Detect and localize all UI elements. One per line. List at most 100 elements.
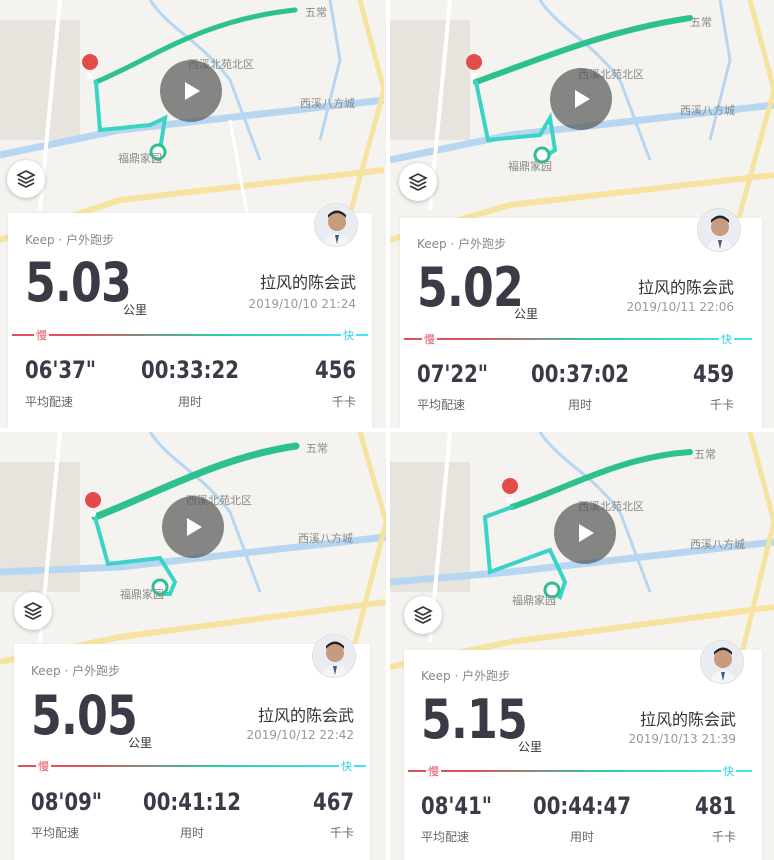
pace-value: 07'22"	[417, 360, 489, 388]
map-layers-button[interactable]	[399, 163, 437, 201]
map-layers-button[interactable]	[14, 592, 52, 630]
play-button[interactable]	[550, 68, 612, 130]
play-icon	[579, 524, 594, 542]
avatar[interactable]	[312, 634, 356, 678]
duration-label: 用时	[177, 395, 202, 409]
duration-label: 用时	[179, 826, 204, 840]
pace-gradient-bar	[12, 334, 368, 336]
slow-label: 慢	[36, 758, 51, 774]
run-datetime: 2019/10/13 21:39	[628, 732, 736, 746]
pace-value: 08'41"	[421, 792, 493, 820]
distance-value: 5.05	[31, 684, 138, 747]
calories-label: 千卡	[329, 826, 354, 840]
layers-icon	[23, 602, 43, 620]
map-layers-button[interactable]	[404, 596, 442, 634]
slow-label: 慢	[34, 327, 49, 343]
play-icon	[575, 90, 590, 108]
pace-value: 06'37"	[25, 356, 97, 384]
run-panel: 五常 西溪北苑北区 西溪八方城 福鼎家园 Keep · 户外跑步 5.15 公里…	[390, 432, 774, 860]
pace-label: 平均配速	[31, 826, 80, 840]
play-button[interactable]	[160, 60, 222, 122]
map-label: 西溪八方城	[300, 97, 355, 110]
map-label: 西溪八方城	[690, 538, 745, 551]
play-button[interactable]	[554, 502, 616, 564]
distance-unit: 公里	[514, 307, 539, 321]
map-label: 五常	[305, 6, 327, 19]
run-panel: 五常 西溪北苑北区 西溪八方城 福鼎家园 Keep · 户外跑步 5.05 公里…	[0, 432, 386, 860]
layers-icon	[408, 173, 428, 191]
fast-label: 快	[341, 327, 356, 343]
panel-divider	[0, 428, 774, 432]
duration-value: 00:37:02	[531, 360, 629, 388]
run-datetime: 2019/10/11 22:06	[626, 300, 734, 314]
calories-value: 467	[312, 788, 354, 816]
map-label: 五常	[306, 442, 328, 455]
run-panel: 五常 西溪北苑北区 西溪八方城 福鼎家园 Keep · 户外跑步 5.02 公里…	[390, 0, 774, 428]
play-button[interactable]	[162, 496, 224, 558]
distance-unit: 公里	[518, 740, 543, 754]
pace-value: 08'09"	[31, 788, 103, 816]
avatar-image	[315, 204, 357, 246]
distance-unit: 公里	[128, 736, 153, 750]
map-label: 福鼎家园	[120, 588, 164, 601]
avatar[interactable]	[314, 203, 358, 247]
app-source-label: Keep · 户外跑步	[421, 669, 511, 683]
play-icon	[187, 518, 202, 536]
layers-icon	[413, 606, 433, 624]
map-label: 西溪八方城	[680, 104, 735, 117]
distance-value: 5.02	[417, 256, 524, 319]
distance-value: 5.03	[25, 251, 132, 314]
avatar[interactable]	[700, 640, 744, 684]
run-datetime: 2019/10/10 21:24	[248, 297, 356, 311]
map-label: 西溪八方城	[298, 532, 353, 545]
username: 拉风的陈会武	[639, 710, 736, 729]
calories-label: 千卡	[331, 395, 356, 409]
calories-label: 千卡	[709, 398, 734, 412]
run-summary-card: Keep · 户外跑步 5.05 公里 拉风的陈会武 2019/10/12 22…	[14, 634, 370, 860]
fast-label: 快	[339, 758, 354, 774]
duration-value: 00:33:22	[141, 356, 239, 384]
pace-gradient-bar	[404, 338, 752, 340]
map-label: 五常	[690, 16, 712, 29]
run-summary-card: Keep · 户外跑步 5.02 公里 拉风的陈会武 2019/10/11 22…	[400, 208, 762, 428]
app-source-label: Keep · 户外跑步	[31, 664, 121, 678]
slow-label: 慢	[422, 331, 437, 347]
distance-value: 5.15	[421, 688, 528, 751]
pace-label: 平均配速	[421, 830, 470, 844]
avatar-image	[313, 635, 355, 677]
username: 拉风的陈会武	[637, 278, 734, 297]
pace-gradient-bar	[408, 770, 752, 772]
duration-value: 00:41:12	[143, 788, 241, 816]
layers-icon	[16, 170, 36, 188]
map-layers-button[interactable]	[7, 160, 45, 198]
run-datetime: 2019/10/12 22:42	[246, 728, 354, 742]
avatar-image	[698, 209, 740, 251]
run-summary-card: Keep · 户外跑步 5.03 公里 拉风的陈会武 2019/10/10 21…	[8, 203, 372, 428]
username: 拉风的陈会武	[257, 706, 354, 725]
duration-value: 00:44:47	[533, 792, 631, 820]
play-icon	[185, 82, 200, 100]
app-source-label: Keep · 户外跑步	[25, 233, 115, 247]
run-panel: 五常 西溪北苑北区 西溪八方城 福鼎家园 Keep · 户外跑步 5.03 公里…	[0, 0, 384, 428]
run-summary-card: Keep · 户外跑步 5.15 公里 拉风的陈会武 2019/10/13 21…	[404, 640, 762, 860]
pace-gradient-bar	[18, 765, 366, 767]
fast-label: 快	[721, 763, 736, 779]
calories-value: 456	[314, 356, 356, 384]
screenshot-grid: 五常 西溪北苑北区 西溪八方城 福鼎家园 Keep · 户外跑步 5.03 公里…	[0, 0, 774, 860]
duration-label: 用时	[567, 398, 592, 412]
calories-value: 481	[694, 792, 736, 820]
pace-label: 平均配速	[25, 395, 74, 409]
map-label: 福鼎家园	[508, 160, 552, 173]
avatar-image	[701, 641, 743, 683]
calories-value: 459	[692, 360, 734, 388]
map-label: 福鼎家园	[118, 152, 162, 165]
duration-label: 用时	[569, 830, 594, 844]
map-label: 五常	[694, 448, 716, 461]
avatar[interactable]	[697, 208, 741, 252]
map-label: 福鼎家园	[512, 594, 556, 607]
app-source-label: Keep · 户外跑步	[417, 237, 507, 251]
username: 拉风的陈会武	[259, 273, 356, 292]
distance-unit: 公里	[123, 303, 148, 317]
pace-label: 平均配速	[417, 398, 466, 412]
slow-label: 慢	[426, 763, 441, 779]
